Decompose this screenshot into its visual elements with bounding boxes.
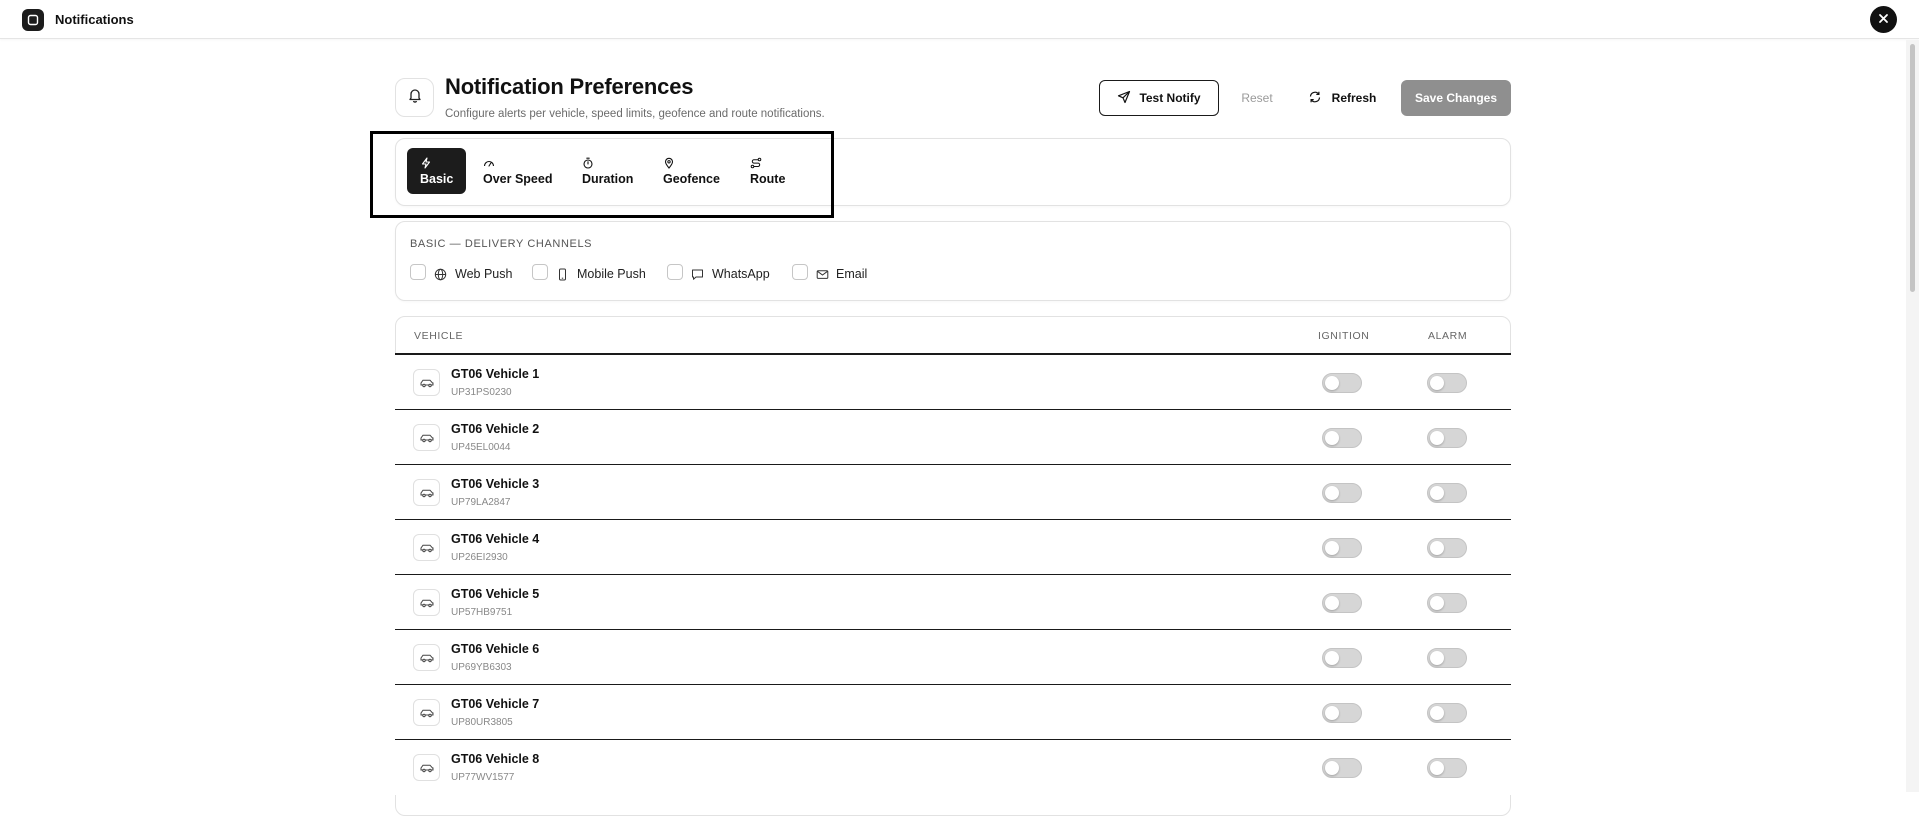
web-push-checkbox[interactable] — [410, 264, 426, 280]
table-row: GT06 Vehicle 6 UP69YB6303 — [395, 630, 1511, 685]
vehicle-plate: UP77WV1577 — [451, 772, 515, 783]
ignition-toggle[interactable] — [1322, 703, 1362, 723]
table-row: GT06 Vehicle 8 UP77WV1577 — [395, 740, 1511, 795]
vehicle-name: GT06 Vehicle 4 — [451, 532, 540, 546]
web-push-label: Web Push — [455, 267, 513, 281]
vehicle-plate: UP80UR3805 — [451, 717, 513, 728]
car-icon — [413, 644, 440, 671]
whatsapp-label: WhatsApp — [712, 267, 770, 281]
vehicle-plate: UP79LA2847 — [451, 497, 511, 508]
title-bar: Notifications — [0, 0, 1919, 39]
reset-button[interactable]: Reset — [1228, 80, 1286, 116]
vehicle-plate: UP57HB9751 — [451, 607, 513, 618]
car-icon — [413, 424, 440, 451]
save-changes-button[interactable]: Save Changes — [1401, 80, 1511, 116]
page-title: Notification Preferences — [445, 74, 694, 99]
car-icon — [413, 534, 440, 561]
vehicle-name: GT06 Vehicle 1 — [451, 367, 540, 381]
test-notify-label: Test Notify — [1139, 91, 1201, 105]
vehicle-plate: UP45EL0044 — [451, 442, 511, 453]
ignition-toggle[interactable] — [1322, 593, 1362, 613]
vehicle-name: GT06 Vehicle 5 — [451, 587, 540, 601]
car-icon — [413, 589, 440, 616]
alarm-toggle[interactable] — [1427, 373, 1467, 393]
window-title: Notifications — [55, 12, 134, 27]
ignition-toggle[interactable] — [1322, 758, 1362, 778]
table-row: GT06 Vehicle 5 UP57HB9751 — [395, 575, 1511, 630]
alarm-toggle[interactable] — [1427, 703, 1467, 723]
whatsapp-checkbox[interactable] — [667, 264, 683, 280]
alarm-toggle[interactable] — [1427, 538, 1467, 558]
column-header-vehicle: VEHICLE — [414, 330, 464, 342]
table-row: GT06 Vehicle 3 UP79LA2847 — [395, 465, 1511, 520]
refresh-icon — [1308, 90, 1322, 107]
table-row: GT06 Vehicle 2 UP45EL0044 — [395, 410, 1511, 465]
vehicle-name: GT06 Vehicle 2 — [451, 422, 540, 436]
ignition-toggle[interactable] — [1322, 538, 1362, 558]
table-row: GT06 Vehicle 7 UP80UR3805 — [395, 685, 1511, 740]
vehicle-name: GT06 Vehicle 7 — [451, 697, 540, 711]
mail-icon — [816, 267, 829, 281]
vehicle-name: GT06 Vehicle 6 — [451, 642, 540, 656]
alarm-toggle[interactable] — [1427, 428, 1467, 448]
ignition-toggle[interactable] — [1322, 483, 1362, 503]
alarm-toggle[interactable] — [1427, 758, 1467, 778]
mobile-push-checkbox[interactable] — [532, 264, 548, 280]
send-icon — [1117, 90, 1131, 107]
column-header-ignition: IGNITION — [1318, 330, 1370, 342]
channels-heading: BASIC — DELIVERY CHANNELS — [410, 238, 593, 250]
smartphone-icon — [556, 267, 569, 281]
vehicle-plate: UP69YB6303 — [451, 662, 512, 673]
ignition-toggle[interactable] — [1322, 428, 1362, 448]
page-subtitle: Configure alerts per vehicle, speed limi… — [445, 108, 825, 120]
scrollbar-thumb[interactable] — [1910, 44, 1915, 292]
scrollbar[interactable] — [1906, 40, 1919, 792]
column-header-alarm: ALARM — [1428, 330, 1468, 342]
vehicle-name: GT06 Vehicle 3 — [451, 477, 540, 491]
alarm-toggle[interactable] — [1427, 483, 1467, 503]
bell-icon — [407, 87, 423, 108]
close-button[interactable] — [1870, 6, 1897, 33]
email-label: Email — [836, 267, 868, 281]
vehicle-name: GT06 Vehicle 8 — [451, 752, 540, 766]
car-icon — [413, 479, 440, 506]
email-checkbox[interactable] — [792, 264, 808, 280]
test-notify-button[interactable]: Test Notify — [1099, 80, 1219, 116]
car-icon — [413, 369, 440, 396]
vehicle-plate: UP26EI2930 — [451, 552, 508, 563]
tabs-highlight-box — [370, 131, 834, 218]
table-row: GT06 Vehicle 4 UP26EI2930 — [395, 520, 1511, 575]
mobile-push-label: Mobile Push — [577, 267, 646, 281]
delivery-channels-card — [395, 221, 1511, 301]
message-icon — [691, 267, 704, 281]
square-icon — [22, 9, 44, 31]
alarm-toggle[interactable] — [1427, 593, 1467, 613]
bell-icon-box — [395, 78, 434, 117]
vehicle-plate: UP31PS0230 — [451, 387, 512, 398]
alarm-toggle[interactable] — [1427, 648, 1467, 668]
close-icon — [1878, 11, 1889, 29]
ignition-toggle[interactable] — [1322, 648, 1362, 668]
table-row: GT06 Vehicle 1 UP31PS0230 — [395, 355, 1511, 410]
car-icon — [413, 754, 440, 781]
ignition-toggle[interactable] — [1322, 373, 1362, 393]
refresh-label: Refresh — [1331, 91, 1377, 105]
globe-icon — [434, 267, 447, 281]
refresh-button[interactable]: Refresh — [1300, 80, 1384, 116]
car-icon — [413, 699, 440, 726]
